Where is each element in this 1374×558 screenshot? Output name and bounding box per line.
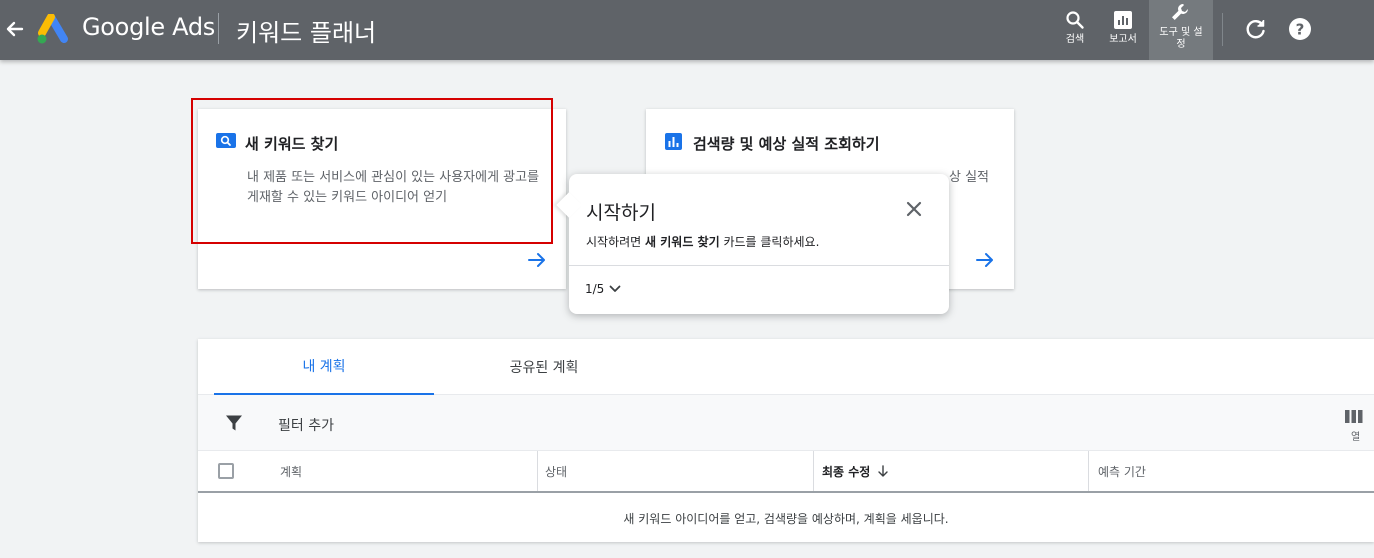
tools-settings-button[interactable]: 도구 및 설 정 bbox=[1149, 0, 1213, 60]
header-divider-right bbox=[1222, 13, 1223, 46]
reports-icon bbox=[1114, 11, 1132, 29]
svg-text:?: ? bbox=[1296, 21, 1305, 39]
tooltip-body-bold: 새 키워드 찾기 bbox=[645, 235, 720, 249]
sort-arrow-down-icon bbox=[878, 465, 889, 477]
google-ads-logo-icon bbox=[37, 14, 68, 44]
close-icon[interactable] bbox=[905, 200, 923, 218]
refresh-icon[interactable] bbox=[1243, 16, 1269, 42]
tooltip-title: 시작하기 bbox=[586, 202, 656, 224]
tab-my-plans[interactable]: 내 계획 bbox=[214, 339, 434, 395]
card-title: 검색량 및 예상 실적 조회하기 bbox=[693, 135, 880, 153]
tab-shared-plans[interactable]: 공유된 계획 bbox=[434, 339, 654, 395]
filter-bar: 필터 추가 열 bbox=[198, 395, 1374, 451]
brand-name: Google Ads bbox=[82, 13, 215, 41]
column-divider bbox=[1088, 451, 1089, 491]
tooltip-body-suffix: 카드를 클릭하세요. bbox=[719, 235, 820, 249]
tooltip-body: 시작하려면 새 키워드 찾기 카드를 클릭하세요. bbox=[586, 233, 819, 250]
select-all-checkbox[interactable] bbox=[218, 463, 234, 479]
page-title: 키워드 플래너 bbox=[236, 19, 377, 47]
search-icon bbox=[1066, 11, 1084, 29]
add-filter-button[interactable]: 필터 추가 bbox=[278, 415, 334, 435]
plans-tabs: 내 계획 공유된 계획 bbox=[198, 339, 1374, 395]
chevron-down-icon bbox=[609, 285, 621, 292]
search-label: 검색 bbox=[1065, 34, 1085, 45]
top-app-bar: Google Ads 키워드 플래너 검색 보고서 도구 및 설 정 ? bbox=[0, 0, 1374, 60]
reports-label: 보고서 bbox=[1109, 34, 1137, 45]
card-highlight-outline bbox=[191, 98, 553, 244]
wrench-icon bbox=[1172, 4, 1188, 20]
column-header-last-modified-label: 최종 수정 bbox=[822, 464, 871, 479]
table-header: 계획 상태 최종 수정 예측 기간 bbox=[198, 451, 1374, 493]
header-divider bbox=[218, 13, 219, 44]
card-description: 상 실적 bbox=[949, 170, 990, 185]
column-header-status[interactable]: 상태 bbox=[545, 451, 567, 491]
arrow-forward-icon[interactable] bbox=[526, 249, 548, 271]
tooltip-divider bbox=[569, 265, 949, 266]
column-header-last-modified[interactable]: 최종 수정 bbox=[822, 451, 890, 491]
back-arrow-icon[interactable] bbox=[2, 12, 28, 46]
tooltip-pager-text: 1/5 bbox=[585, 282, 605, 296]
bar-chart-icon bbox=[665, 133, 682, 150]
empty-state-message: 새 키워드 아이디어를 얻고, 검색량을 예상하며, 계획을 세웁니다. bbox=[623, 511, 949, 526]
columns-label: 열 bbox=[1351, 432, 1361, 443]
plans-panel: 내 계획 공유된 계획 필터 추가 열 계획 상태 최종 수정 예측 기간 새 … bbox=[198, 339, 1374, 542]
tooltip-pager[interactable]: 1/5 bbox=[585, 282, 622, 296]
onboarding-tooltip: 시작하기 시작하려면 새 키워드 찾기 카드를 클릭하세요. 1/5 bbox=[556, 174, 949, 314]
help-icon[interactable]: ? bbox=[1287, 16, 1313, 42]
arrow-forward-icon[interactable] bbox=[974, 249, 996, 271]
column-header-plan[interactable]: 계획 bbox=[280, 451, 302, 491]
filter-icon[interactable] bbox=[225, 414, 243, 432]
tooltip-body-prefix: 시작하려면 bbox=[586, 235, 646, 249]
tools-settings-label: 도구 및 설 정 bbox=[1159, 27, 1203, 50]
search-button[interactable]: 검색 bbox=[1056, 0, 1094, 60]
column-divider bbox=[813, 451, 814, 491]
reports-button[interactable]: 보고서 bbox=[1101, 0, 1145, 60]
column-header-forecast-period[interactable]: 예측 기간 bbox=[1098, 451, 1146, 491]
column-divider bbox=[537, 451, 538, 491]
